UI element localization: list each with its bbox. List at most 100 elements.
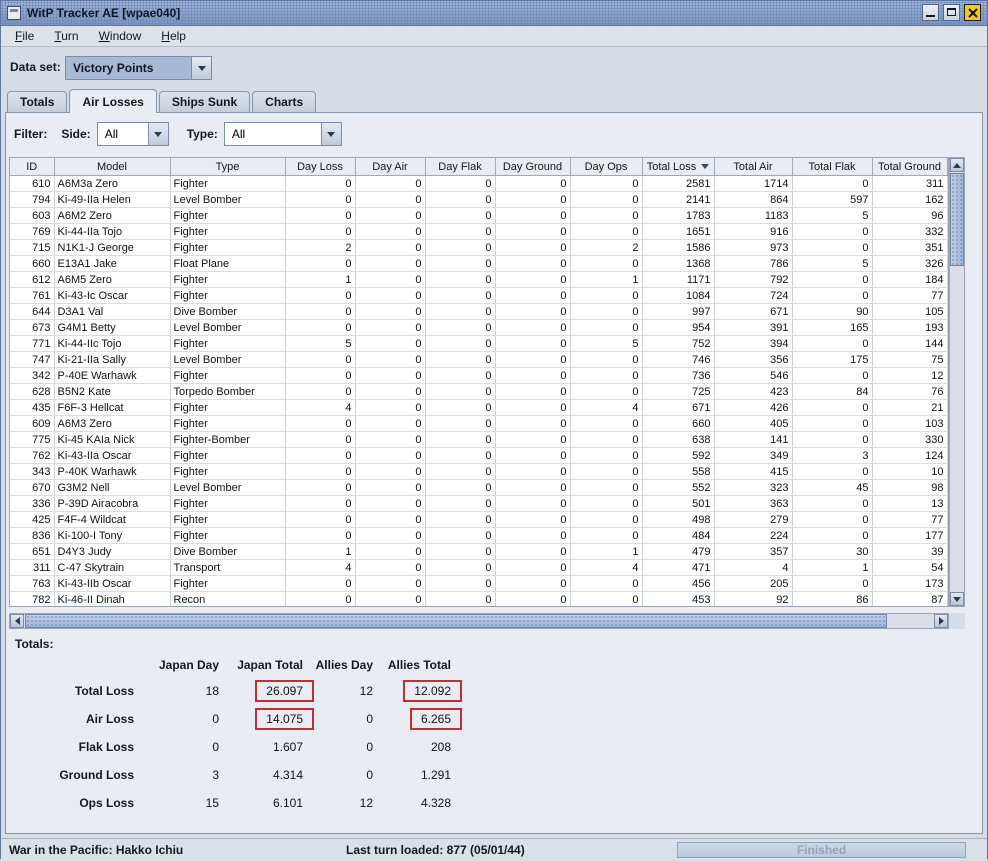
- column-header-day-ground[interactable]: Day Ground: [495, 158, 571, 176]
- column-header-day-flak[interactable]: Day Flak: [425, 158, 496, 176]
- title-bar[interactable]: WitP Tracker AE [wpae040]: [1, 1, 987, 26]
- table-row[interactable]: 644 D3A1 Val Dive Bomber 0 0 0 0 0 997 6…: [10, 303, 948, 320]
- cell-day-ground: 0: [495, 207, 571, 224]
- table-row[interactable]: 836 Ki-100-I Tony Fighter 0 0 0 0 0 484 …: [10, 527, 948, 544]
- column-header-type[interactable]: Type: [170, 158, 286, 176]
- table-row[interactable]: 342 P-40E Warhawk Fighter 0 0 0 0 0 736 …: [10, 367, 948, 384]
- table-row[interactable]: 769 Ki-44-IIa Tojo Fighter 0 0 0 0 0 165…: [10, 223, 948, 240]
- minimize-button[interactable]: [922, 4, 939, 21]
- cell-total-ground: 144: [872, 335, 948, 352]
- tab-charts[interactable]: Charts: [252, 91, 317, 112]
- horizontal-scroll-thumb[interactable]: [25, 614, 887, 628]
- dataset-select[interactable]: Victory Points: [65, 56, 212, 80]
- cell-model: C-47 Skytrain: [54, 559, 171, 576]
- cell-day-flak: 0: [425, 175, 496, 192]
- cell-day-ops: 0: [570, 479, 643, 496]
- maximize-button[interactable]: [943, 4, 960, 21]
- cell-total-loss: 501: [642, 495, 715, 512]
- cell-total-ground: 12: [872, 367, 948, 384]
- cell-day-flak: 0: [425, 335, 496, 352]
- table-row[interactable]: 762 Ki-43-IIa Oscar Fighter 0 0 0 0 0 59…: [10, 447, 948, 464]
- scroll-right-button[interactable]: [934, 614, 948, 628]
- cell-model: Ki-43-IIb Oscar: [54, 575, 171, 592]
- table-row[interactable]: 603 A6M2 Zero Fighter 0 0 0 0 0 1783 118…: [10, 207, 948, 224]
- side-filter-dropdown-button[interactable]: [147, 123, 168, 145]
- column-header-day-loss[interactable]: Day Loss: [285, 158, 356, 176]
- table-row[interactable]: 651 D4Y3 Judy Dive Bomber 1 0 0 0 1 479 …: [10, 543, 948, 560]
- table-row[interactable]: 715 N1K1-J George Fighter 2 0 0 0 2 1586…: [10, 239, 948, 256]
- cell-day-air: 0: [355, 383, 426, 400]
- table-row[interactable]: 612 A6M5 Zero Fighter 1 0 0 0 1 1171 792…: [10, 271, 948, 288]
- table-row[interactable]: 311 C-47 Skytrain Transport 4 0 0 0 4 47…: [10, 559, 948, 576]
- table-row[interactable]: 673 G4M1 Betty Level Bomber 0 0 0 0 0 95…: [10, 319, 948, 336]
- table-row[interactable]: 660 E13A1 Jake Float Plane 0 0 0 0 0 136…: [10, 255, 948, 272]
- table-row[interactable]: 343 P-40K Warhawk Fighter 0 0 0 0 0 558 …: [10, 463, 948, 480]
- table-row[interactable]: 794 Ki-49-IIa Helen Level Bomber 0 0 0 0…: [10, 191, 948, 208]
- side-filter-select[interactable]: All: [96, 122, 169, 146]
- cell-id: 612: [10, 271, 55, 288]
- menu-window[interactable]: Window: [89, 27, 152, 45]
- cell-total-air: 916: [714, 223, 793, 240]
- column-header-day-ops[interactable]: Day Ops: [570, 158, 643, 176]
- tab-ships-sunk[interactable]: Ships Sunk: [158, 91, 251, 112]
- totals-grid: Japan Day Japan Total Allies Day Allies …: [10, 653, 462, 817]
- column-header-model[interactable]: Model: [54, 158, 171, 176]
- table-row[interactable]: 771 Ki-44-IIc Tojo Fighter 5 0 0 0 5 752…: [10, 335, 948, 352]
- dataset-dropdown-button[interactable]: [191, 57, 211, 79]
- table-row[interactable]: 435 F6F-3 Hellcat Fighter 4 0 0 0 4 671 …: [10, 399, 948, 416]
- cell-day-ops: 0: [570, 511, 643, 528]
- cell-total-ground: 39: [872, 543, 948, 560]
- column-header-total-ground[interactable]: Total Ground: [872, 158, 948, 176]
- table-row[interactable]: 670 G3M2 Nell Level Bomber 0 0 0 0 0 552…: [10, 479, 948, 496]
- cell-total-loss: 997: [642, 303, 715, 320]
- column-header-total-loss[interactable]: Total Loss: [642, 158, 715, 176]
- tab-totals[interactable]: Totals: [7, 91, 68, 112]
- scroll-down-button[interactable]: [950, 592, 964, 606]
- table-row[interactable]: 775 Ki-45 KAIa Nick Fighter-Bomber 0 0 0…: [10, 431, 948, 448]
- cell-day-loss: 5: [285, 335, 356, 352]
- totals-value: 208: [430, 740, 451, 754]
- column-header-total-flak[interactable]: Total Flak: [792, 158, 873, 176]
- cell-day-flak: 0: [425, 239, 496, 256]
- cell-total-loss: 552: [642, 479, 715, 496]
- status-bar: War in the Pacific: Hakko Ichiu Last tur…: [1, 838, 987, 861]
- scroll-left-button[interactable]: [10, 614, 24, 628]
- cell-day-ops: 0: [570, 175, 643, 192]
- horizontal-scrollbar[interactable]: [9, 613, 949, 629]
- column-header-id[interactable]: ID: [10, 158, 55, 176]
- cell-total-ground: 173: [872, 575, 948, 592]
- table-row[interactable]: 782 Ki-46-II Dinah Recon 0 0 0 0 0 453 9…: [10, 591, 948, 606]
- table-row[interactable]: 763 Ki-43-IIb Oscar Fighter 0 0 0 0 0 45…: [10, 575, 948, 592]
- table-row[interactable]: 609 A6M3 Zero Fighter 0 0 0 0 0 660 405 …: [10, 415, 948, 432]
- cell-total-flak: 84: [792, 383, 873, 400]
- tab-air-losses[interactable]: Air Losses: [69, 89, 157, 113]
- table-row[interactable]: 628 B5N2 Kate Torpedo Bomber 0 0 0 0 0 7…: [10, 383, 948, 400]
- menu-help[interactable]: Help: [151, 27, 196, 45]
- column-header-day-air[interactable]: Day Air: [355, 158, 426, 176]
- table-row[interactable]: 336 P-39D Airacobra Fighter 0 0 0 0 0 50…: [10, 495, 948, 512]
- table-row[interactable]: 425 F4F-4 Wildcat Fighter 0 0 0 0 0 498 …: [10, 511, 948, 528]
- cell-total-air: 92: [714, 591, 793, 606]
- menu-file[interactable]: File: [5, 27, 44, 45]
- table-row[interactable]: 610 A6M3a Zero Fighter 0 0 0 0 0 2581 17…: [10, 175, 948, 192]
- cell-model: Ki-46-II Dinah: [54, 591, 171, 606]
- vertical-scroll-thumb[interactable]: [950, 173, 964, 266]
- table-row[interactable]: 747 Ki-21-IIa Sally Level Bomber 0 0 0 0…: [10, 351, 948, 368]
- column-header-total-air[interactable]: Total Air: [714, 158, 793, 176]
- cell-day-ground: 0: [495, 479, 571, 496]
- menu-turn[interactable]: Turn: [44, 27, 88, 45]
- vertical-scrollbar[interactable]: [949, 157, 965, 607]
- cell-model: G4M1 Betty: [54, 319, 171, 336]
- cell-type: Dive Bomber: [170, 303, 286, 320]
- totals-value: 12: [359, 796, 373, 810]
- cell-total-ground: 124: [872, 447, 948, 464]
- close-button[interactable]: [964, 4, 981, 21]
- menu-bar: File Turn Window Help: [1, 26, 987, 47]
- table-row[interactable]: 761 Ki-43-Ic Oscar Fighter 0 0 0 0 0 108…: [10, 287, 948, 304]
- type-filter-dropdown-button[interactable]: [320, 123, 341, 145]
- type-filter-select[interactable]: All: [223, 122, 342, 146]
- totals-row-label: Ground Loss: [59, 768, 134, 782]
- cell-id: 769: [10, 223, 55, 240]
- scroll-up-button[interactable]: [950, 158, 964, 172]
- cell-total-air: 423: [714, 383, 793, 400]
